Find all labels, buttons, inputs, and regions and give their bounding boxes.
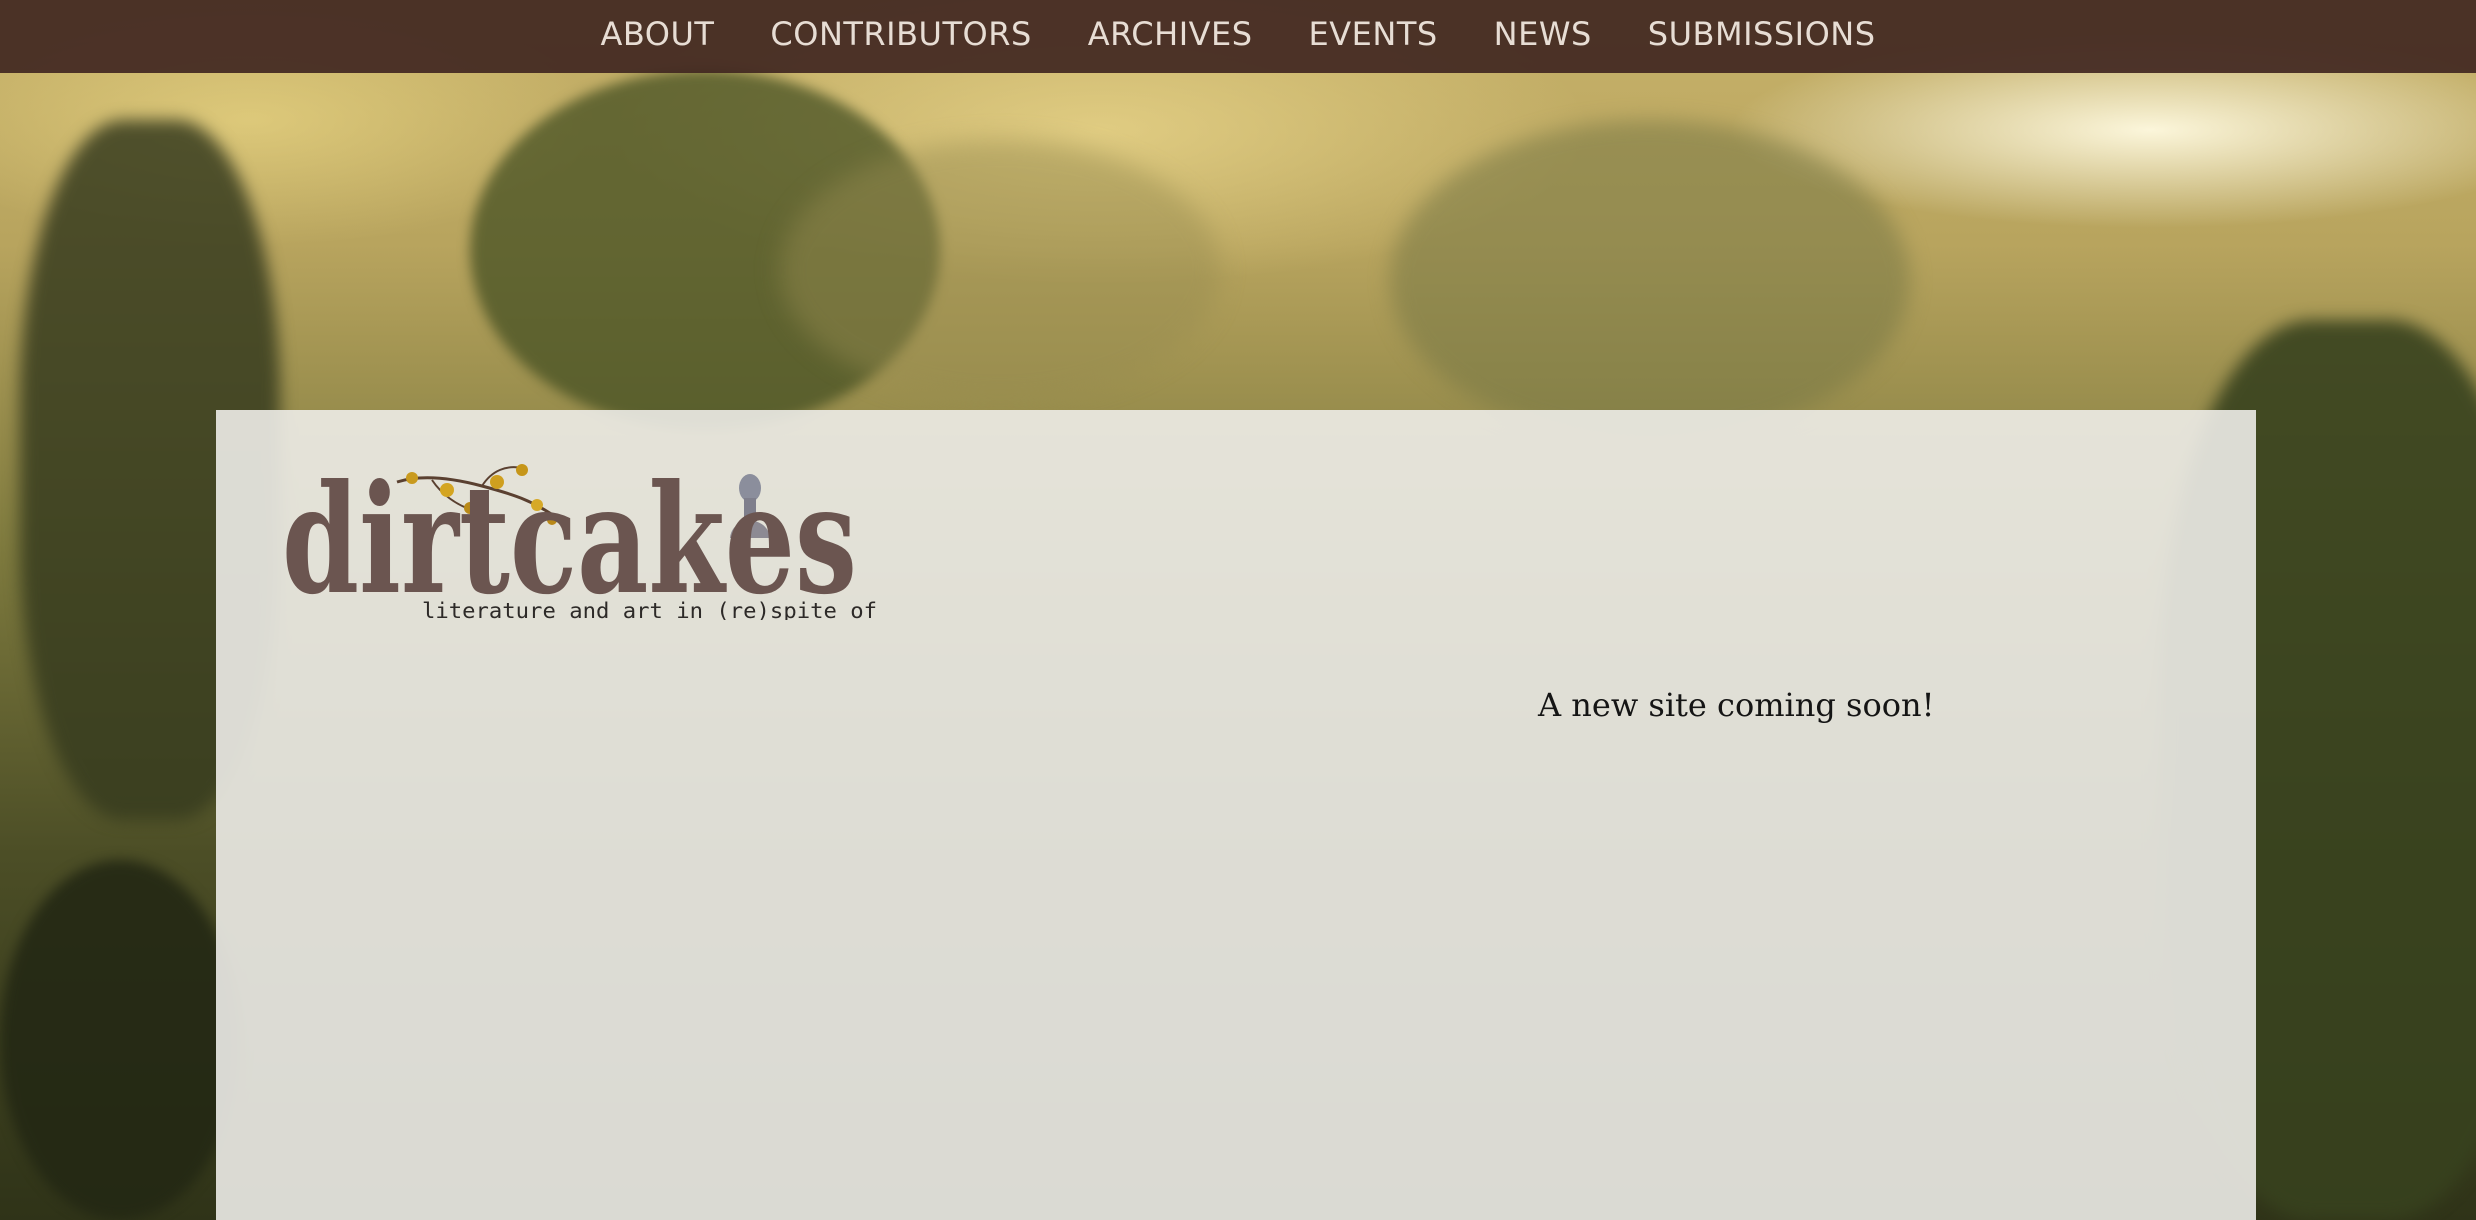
background-tree bbox=[780, 140, 1220, 400]
top-navigation: ABOUT CONTRIBUTORS ARCHIVES EVENTS NEWS … bbox=[0, 0, 2476, 73]
nav-item-about[interactable]: ABOUT bbox=[600, 15, 714, 53]
coming-soon-message: A new site coming soon! bbox=[1538, 686, 1935, 724]
nav-item-contributors[interactable]: CONTRIBUTORS bbox=[770, 15, 1031, 53]
logo-tagline: literature and art in (re)spite of bbox=[422, 599, 877, 620]
nav-item-archives[interactable]: ARCHIVES bbox=[1088, 15, 1253, 53]
logo-wordmark: dirtcakes bbox=[282, 460, 857, 620]
site-logo[interactable]: dirtcakes literature and art in (re)spit… bbox=[282, 460, 882, 620]
nav-item-submissions[interactable]: SUBMISSIONS bbox=[1648, 15, 1876, 53]
nav-list: ABOUT CONTRIBUTORS ARCHIVES EVENTS NEWS … bbox=[572, 15, 1903, 53]
nav-item-news[interactable]: NEWS bbox=[1494, 15, 1592, 53]
background-tree bbox=[0, 860, 240, 1220]
background-tree bbox=[1390, 120, 1910, 440]
nav-item-events[interactable]: EVENTS bbox=[1309, 15, 1438, 53]
content-panel: dirtcakes literature and art in (re)spit… bbox=[216, 410, 2256, 1220]
